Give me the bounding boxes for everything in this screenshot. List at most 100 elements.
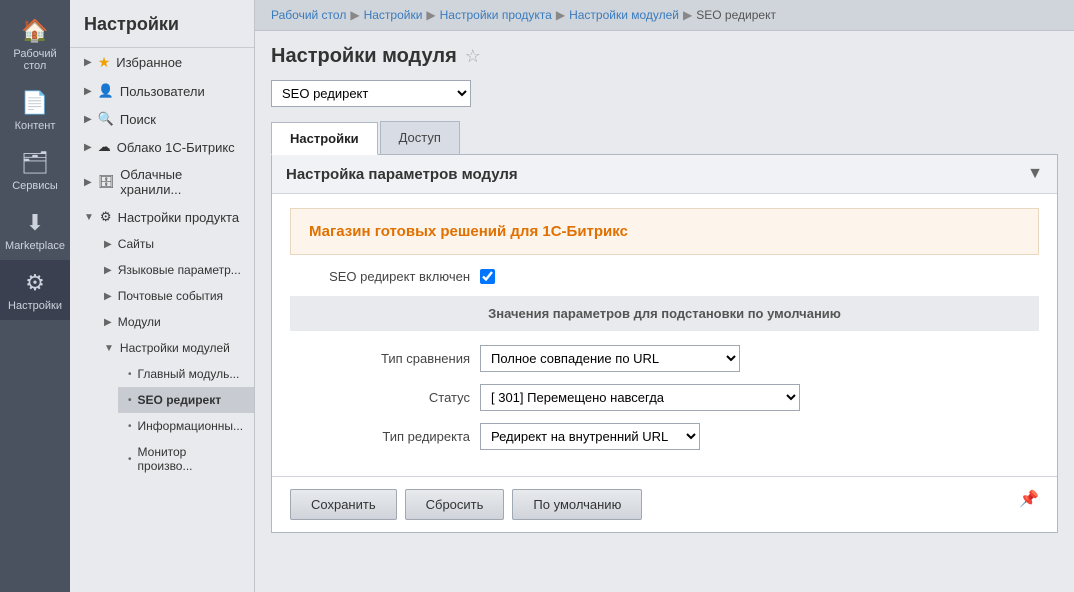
- status-label: Статус: [290, 390, 470, 405]
- breadcrumb-settings[interactable]: Настройки: [364, 8, 423, 22]
- person-icon: 👤: [98, 83, 114, 99]
- arrow-down-icon: ▼: [104, 343, 114, 354]
- sidebar-sub-product: ▶ Сайты ▶ Языковые параметр... ▶ Почтовы…: [70, 231, 254, 479]
- button-row: Сохранить Сбросить По умолчанию 📌: [272, 476, 1057, 532]
- status-select[interactable]: [ 301] Перемещено навсегда [ 302] Времен…: [480, 384, 800, 411]
- arrow-icon: ▶: [84, 86, 92, 97]
- main-area: Рабочий стол ▶ Настройки ▶ Настройки про…: [255, 0, 1074, 592]
- iconbar-label-desktop: Рабочий стол: [4, 48, 66, 72]
- breadcrumb-sep-2: ▶: [426, 8, 435, 22]
- settings-icon: ⚙: [25, 270, 45, 296]
- sidebar-label-favorites: Избранное: [116, 55, 182, 70]
- arrow-icon: ▶: [104, 291, 112, 302]
- sidebar: Настройки ▶ ★ Избранное ▶ 👤 Пользователи…: [70, 0, 255, 592]
- sidebar-label-main-module: Главный модуль...: [138, 367, 240, 381]
- bullet-icon: •: [128, 454, 132, 465]
- sidebar-item-lang[interactable]: ▶ Языковые параметр...: [94, 257, 254, 283]
- redirect-type-select[interactable]: Редирект на внутренний URL Редирект на в…: [480, 423, 700, 450]
- sidebar-label-module-settings: Настройки модулей: [120, 341, 230, 355]
- sidebar-label-modules: Модули: [118, 315, 161, 329]
- breadcrumb: Рабочий стол ▶ Настройки ▶ Настройки про…: [255, 0, 1074, 31]
- sidebar-item-cloud1c[interactable]: ▶ ☁ Облако 1С-Битрикс: [70, 133, 254, 161]
- sidebar-item-search[interactable]: ▶ 🔍 Поиск: [70, 105, 254, 133]
- arrow-down-icon: ▼: [84, 212, 94, 223]
- module-select[interactable]: SEO редирект: [271, 80, 471, 107]
- arrow-icon: ▶: [84, 57, 92, 68]
- breadcrumb-product-settings[interactable]: Настройки продукта: [440, 8, 552, 22]
- seo-enabled-checkbox[interactable]: [480, 269, 495, 284]
- sidebar-item-favorites[interactable]: ▶ ★ Избранное: [70, 48, 254, 77]
- sidebar-label-lang: Языковые параметр...: [118, 263, 241, 277]
- comparison-type-row: Тип сравнения Полное совпадение по URL Р…: [290, 345, 1039, 372]
- sidebar-sub-modules: • Главный модуль... • SEO редирект • Инф…: [94, 361, 254, 479]
- sidebar-item-cloudstorage[interactable]: ▶ 🗄 Облачные хранили...: [70, 161, 254, 203]
- cloud-icon: ☁: [98, 139, 111, 155]
- breadcrumb-desktop[interactable]: Рабочий стол: [271, 8, 346, 22]
- marketplace-icon: ⬇: [26, 210, 44, 236]
- iconbar-item-settings[interactable]: ⚙ Настройки: [0, 260, 70, 320]
- sidebar-item-main-module[interactable]: • Главный модуль...: [118, 361, 254, 387]
- sidebar-label-sites: Сайты: [118, 237, 154, 251]
- sidebar-item-users[interactable]: ▶ 👤 Пользователи: [70, 77, 254, 105]
- content-icon: 📄: [21, 90, 48, 116]
- sidebar-item-perf-monitor[interactable]: • Монитор произво...: [118, 439, 254, 479]
- pin-bottom-icon[interactable]: 📌: [1019, 489, 1039, 520]
- star-icon: ★: [98, 54, 111, 71]
- arrow-icon: ▶: [104, 239, 112, 250]
- sidebar-label-seo-redirect: SEO редирект: [138, 393, 222, 407]
- sidebar-item-product-settings[interactable]: ▼ ⚙ Настройки продукта: [70, 203, 254, 231]
- sidebar-label-cloud1c: Облако 1С-Битрикс: [117, 140, 235, 155]
- sidebar-item-modules[interactable]: ▶ Модули: [94, 309, 254, 335]
- bullet-icon: •: [128, 369, 132, 380]
- iconbar-item-marketplace[interactable]: ⬇ Marketplace: [0, 200, 70, 260]
- iconbar-item-services[interactable]: 🗂 Сервисы: [0, 140, 70, 200]
- breadcrumb-current: SEO редирект: [696, 8, 776, 22]
- sidebar-item-info-systems[interactable]: • Информационны...: [118, 413, 254, 439]
- panel-header[interactable]: Настройка параметров модуля ▼ 📌: [272, 155, 1057, 194]
- iconbar-label-settings: Настройки: [8, 300, 62, 312]
- iconbar-label-content: Контент: [15, 120, 56, 132]
- settings-panel: Настройка параметров модуля ▼ 📌 Магазин …: [271, 155, 1058, 533]
- content-area: Настройки модуля ☆ SEO редирект Настройк…: [255, 31, 1074, 592]
- breadcrumb-module-settings[interactable]: Настройки модулей: [569, 8, 679, 22]
- sidebar-item-module-settings[interactable]: ▼ Настройки модулей: [94, 335, 254, 361]
- sidebar-label-users: Пользователи: [120, 84, 205, 99]
- sidebar-item-seo-redirect[interactable]: • SEO редирект: [118, 387, 254, 413]
- comparison-type-label: Тип сравнения: [290, 351, 470, 366]
- breadcrumb-sep-4: ▶: [683, 8, 692, 22]
- bullet-icon: •: [128, 421, 132, 432]
- default-section-label: Значения параметров для подстановки по у…: [488, 306, 841, 321]
- iconbar-item-content[interactable]: 📄 Контент: [0, 80, 70, 140]
- reset-button[interactable]: Сбросить: [405, 489, 505, 520]
- marketplace-banner: Магазин готовых решений для 1С-Битрикс: [290, 208, 1039, 255]
- sidebar-item-sites[interactable]: ▶ Сайты: [94, 231, 254, 257]
- gear-icon: ⚙: [100, 209, 112, 225]
- icon-bar: 🏠 Рабочий стол 📄 Контент 🗂 Сервисы ⬇ Mar…: [0, 0, 70, 592]
- arrow-icon: ▶: [84, 114, 92, 125]
- arrow-icon: ▶: [84, 142, 92, 153]
- arrow-icon: ▶: [84, 177, 92, 188]
- page-title: Настройки модуля: [271, 45, 457, 68]
- sidebar-title: Настройки: [70, 0, 254, 48]
- favorite-star-button[interactable]: ☆: [465, 46, 481, 67]
- collapse-icon: ▼: [1027, 165, 1043, 183]
- marketplace-link[interactable]: Магазин готовых решений для 1С-Битрикс: [309, 223, 628, 240]
- save-button[interactable]: Сохранить: [290, 489, 397, 520]
- sidebar-label-product-settings: Настройки продукта: [118, 210, 240, 225]
- iconbar-label-marketplace: Marketplace: [5, 240, 65, 252]
- sidebar-label-perf-monitor: Монитор произво...: [138, 445, 244, 473]
- panel-content: Магазин готовых решений для 1С-Битрикс S…: [272, 194, 1057, 476]
- default-button[interactable]: По умолчанию: [512, 489, 642, 520]
- tab-settings[interactable]: Настройки: [271, 122, 378, 155]
- arrow-icon: ▶: [104, 317, 112, 328]
- comparison-type-select[interactable]: Полное совпадение по URL Регулярное выра…: [480, 345, 740, 372]
- sidebar-item-mail[interactable]: ▶ Почтовые события: [94, 283, 254, 309]
- breadcrumb-sep-3: ▶: [556, 8, 565, 22]
- bullet-icon: •: [128, 395, 132, 406]
- storage-icon: 🗄: [98, 174, 115, 190]
- redirect-type-label: Тип редиректа: [290, 429, 470, 444]
- tab-access[interactable]: Доступ: [380, 121, 460, 154]
- iconbar-item-desktop[interactable]: 🏠 Рабочий стол: [0, 8, 70, 80]
- search-icon: 🔍: [98, 111, 114, 127]
- arrow-icon: ▶: [104, 265, 112, 276]
